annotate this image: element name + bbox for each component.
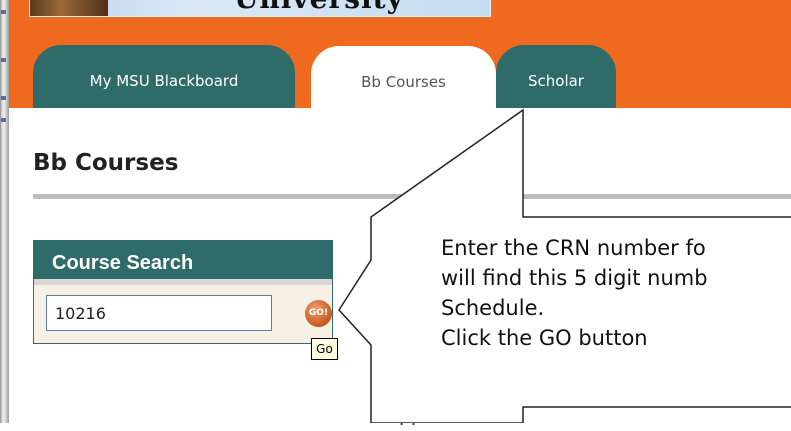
go-tooltip: Go: [311, 338, 338, 360]
callout-text: Enter the CRN number fo will find this 5…: [441, 233, 791, 353]
callout-bubble: [338, 108, 791, 423]
callout-line: Schedule.: [441, 296, 545, 320]
callout-line: will find this 5 digit numb: [441, 266, 708, 290]
callout-line: Click the GO button: [441, 326, 648, 350]
callout-line: Enter the CRN number fo: [441, 236, 706, 260]
